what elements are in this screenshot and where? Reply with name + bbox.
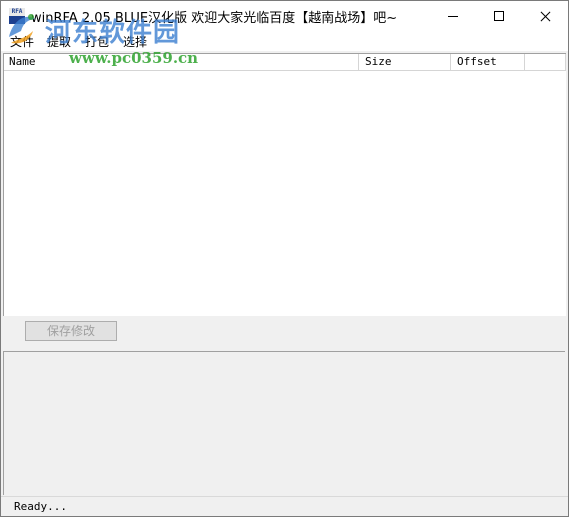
button-bar: 保存修改 bbox=[1, 317, 568, 349]
menu-pack[interactable]: 打包 bbox=[85, 33, 109, 50]
maximize-icon[interactable] bbox=[476, 1, 522, 31]
app-icon[interactable]: RFA bbox=[9, 8, 25, 24]
save-changes-button[interactable]: 保存修改 bbox=[25, 321, 117, 341]
title-bar[interactable]: RFA winRFA 2.05 BLUE汉化版 欢迎大家光临百度【越南战场】吧~ bbox=[1, 1, 568, 31]
menu-bar: 文件 提取 打包 选择 bbox=[1, 31, 568, 51]
close-icon[interactable] bbox=[522, 1, 568, 31]
column-header-offset[interactable]: Offset bbox=[451, 54, 525, 70]
status-text: Ready... bbox=[14, 500, 67, 513]
status-bar: Ready... bbox=[1, 496, 568, 516]
menu-select[interactable]: 选择 bbox=[123, 33, 147, 50]
app-icon-label: RFA bbox=[9, 8, 25, 16]
app-window: RFA winRFA 2.05 BLUE汉化版 欢迎大家光临百度【越南战场】吧~… bbox=[0, 0, 569, 517]
menu-extract[interactable]: 提取 bbox=[47, 33, 71, 50]
file-list[interactable]: Name Size Offset bbox=[3, 53, 566, 316]
column-header-size[interactable]: Size bbox=[359, 54, 451, 70]
detail-panel bbox=[3, 351, 565, 495]
list-header: Name Size Offset bbox=[4, 54, 566, 71]
minimize-icon[interactable] bbox=[430, 1, 476, 31]
menu-file[interactable]: 文件 bbox=[10, 33, 34, 50]
window-title: winRFA 2.05 BLUE汉化版 欢迎大家光临百度【越南战场】吧~ bbox=[31, 11, 398, 26]
list-body[interactable] bbox=[4, 71, 566, 316]
column-header-name[interactable]: Name bbox=[4, 54, 359, 70]
column-header-filler bbox=[525, 54, 566, 70]
